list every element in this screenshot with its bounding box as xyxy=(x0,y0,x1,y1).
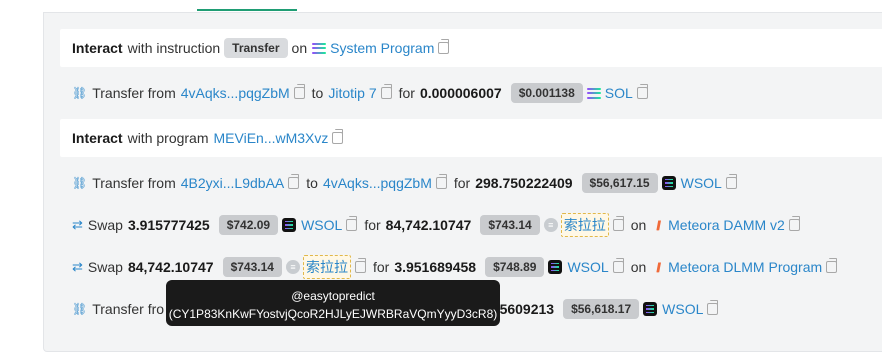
venue-link[interactable]: Meteora DLMM Program xyxy=(668,259,822,275)
token-in-link[interactable]: 索拉拉 xyxy=(302,255,351,279)
amount-out-value: 84,742.10747 xyxy=(385,217,472,233)
transfer-arrows-icon: ⛓ xyxy=(72,86,88,100)
copy-icon[interactable] xyxy=(725,174,737,189)
swap-arrows-icon: ⇄ xyxy=(72,259,83,274)
copy-icon[interactable] xyxy=(612,258,624,273)
copy-icon[interactable] xyxy=(332,129,344,144)
token-logo-icon xyxy=(285,260,300,274)
wrapped-sol-icon xyxy=(282,218,297,232)
to-address-link[interactable]: 4vAqks...pqgZbM xyxy=(323,175,432,191)
instruction-row: Interact with instruction Transfer on Sy… xyxy=(60,29,882,67)
copy-icon[interactable] xyxy=(636,84,648,99)
meteora-logo-icon: /// xyxy=(656,217,661,233)
usd-in-badge: $742.09 xyxy=(218,215,279,235)
active-tab-indicator xyxy=(197,9,297,11)
for-text: for xyxy=(364,217,381,233)
token-logo-icon xyxy=(543,218,558,232)
swap-text: Swap xyxy=(87,217,123,233)
token-in-link[interactable]: WSOL xyxy=(301,217,342,233)
tab-bar xyxy=(43,0,882,13)
copy-icon[interactable] xyxy=(707,300,719,315)
wrapped-sol-icon xyxy=(548,260,563,274)
amount-out-value: 3.951689458 xyxy=(394,259,477,275)
on-text: on xyxy=(630,217,647,233)
interact-label: Interact xyxy=(72,40,123,56)
swap-row: ⇄ Swap 3.915777425 $742.09 WSOL for 84,7… xyxy=(60,206,882,244)
copy-icon[interactable] xyxy=(293,84,305,99)
copy-icon[interactable] xyxy=(438,39,450,54)
token-out-link[interactable]: 索拉拉 xyxy=(560,213,609,237)
usd-out-badge: $748.89 xyxy=(485,257,545,277)
copy-icon[interactable] xyxy=(435,174,447,189)
usd-value-badge: $56,618.17 xyxy=(563,299,640,319)
address-tooltip: @easytopredict (CY1P83KnKwFYostvjQcoR2HJ… xyxy=(166,280,500,326)
venue-link[interactable]: Meteora DAMM v2 xyxy=(668,217,785,233)
token-link[interactable]: SOL xyxy=(605,85,633,101)
program-link[interactable]: System Program xyxy=(330,40,434,56)
swap-text: Swap xyxy=(87,259,123,275)
wrapped-sol-icon xyxy=(661,176,676,190)
wrapped-sol-icon xyxy=(643,302,658,316)
instruction-text: with instruction xyxy=(127,40,221,56)
token-link[interactable]: WSOL xyxy=(681,175,722,191)
for-text: for xyxy=(398,85,415,101)
solana-logo-icon xyxy=(312,42,327,54)
amount-value: 298.750222409 xyxy=(475,175,573,191)
to-address-link[interactable]: Jitotip 7 xyxy=(328,85,376,101)
to-text: to xyxy=(306,175,318,191)
swap-arrows-icon: ⇄ xyxy=(72,217,83,232)
on-text: on xyxy=(291,40,308,56)
for-text: for xyxy=(372,259,390,275)
transfer-text: Transfer fro xyxy=(92,301,165,317)
transfer-row: ⛓ Transfer from 4vAqks...pqgZbM to Jitot… xyxy=(60,74,882,112)
copy-icon[interactable] xyxy=(826,258,838,273)
solana-logo-icon xyxy=(586,87,601,99)
amount-in-value: 3.915777425 xyxy=(127,217,210,233)
on-text: on xyxy=(630,259,647,275)
token-link[interactable]: WSOL xyxy=(662,301,703,317)
transfer-row: ⛓ Transfer from 4B2yxi...L9dbAA to 4vAqk… xyxy=(60,164,882,202)
usd-value-badge: $0.001138 xyxy=(510,83,583,103)
copy-icon[interactable] xyxy=(788,216,800,231)
meteora-logo-icon: /// xyxy=(656,259,661,275)
copy-icon[interactable] xyxy=(380,84,392,99)
transfer-arrows-icon: ⛓ xyxy=(72,176,88,190)
amount-in-value: 84,742.10747 xyxy=(127,259,214,275)
transfer-text: Transfer from xyxy=(92,85,176,101)
to-text: to xyxy=(311,85,324,101)
usd-in-badge: $743.14 xyxy=(222,257,282,277)
transfer-arrows-icon: ⛓ xyxy=(72,302,88,316)
amount-value: 0.000006007 xyxy=(419,85,502,101)
instruction-badge: Transfer xyxy=(224,38,288,58)
program-link[interactable]: MEViEn...wM3Xvz xyxy=(214,130,329,146)
usd-value-badge: $56,617.15 xyxy=(581,173,658,193)
usd-out-badge: $743.14 xyxy=(480,215,540,235)
token-out-link[interactable]: WSOL xyxy=(567,259,608,275)
instruction-row: Interact with program MEViEn...wM3Xvz xyxy=(60,119,882,157)
copy-icon[interactable] xyxy=(612,216,624,231)
from-address-link[interactable]: 4vAqks...pqgZbM xyxy=(181,85,290,101)
transfer-text: Transfer from xyxy=(92,175,176,191)
copy-icon[interactable] xyxy=(288,174,300,189)
from-address-link[interactable]: 4B2yxi...L9dbAA xyxy=(181,175,285,191)
tooltip-label: @easytopredict xyxy=(291,289,375,303)
for-text: for xyxy=(453,175,471,191)
interact-label: Interact xyxy=(72,130,123,146)
instruction-text: with program xyxy=(127,130,209,146)
copy-icon[interactable] xyxy=(346,216,358,231)
copy-icon[interactable] xyxy=(354,258,366,273)
tooltip-address: (CY1P83KnKwFYostvjQcoR2HJLyEJWRBRaVQmYyy… xyxy=(168,307,498,321)
